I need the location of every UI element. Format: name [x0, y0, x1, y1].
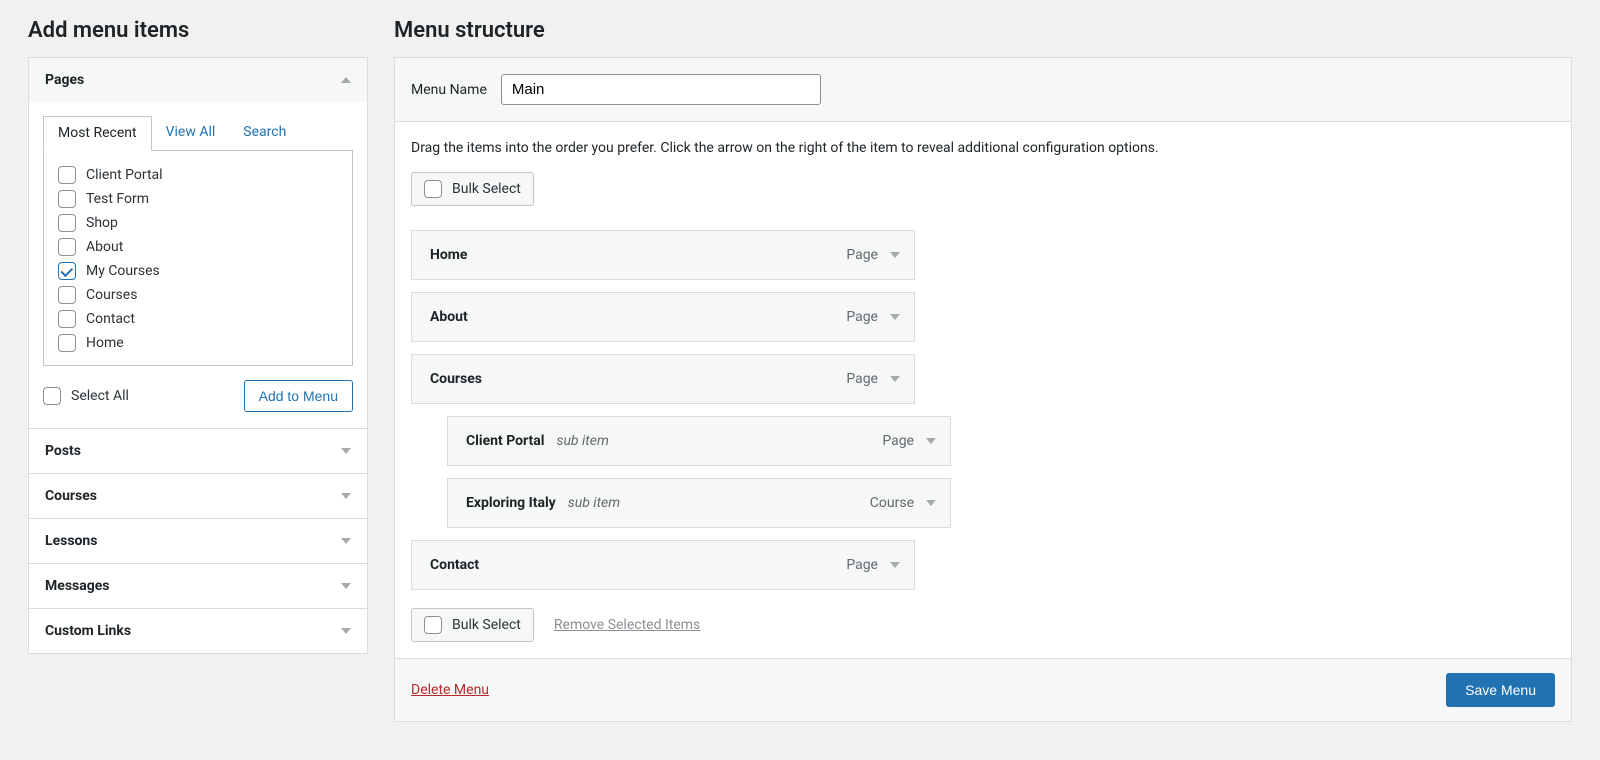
pages-row: Shop — [58, 211, 340, 235]
menu-item-type: Page — [846, 247, 878, 263]
select-all-checkbox[interactable] — [43, 387, 61, 405]
page-checkbox[interactable] — [58, 166, 76, 184]
bulk-select-checkbox[interactable] — [424, 180, 442, 198]
chevron-down-icon[interactable] — [890, 562, 900, 568]
chevron-down-icon[interactable] — [890, 252, 900, 258]
menu-item-type: Page — [846, 371, 878, 387]
menu-item-type: Course — [870, 495, 914, 511]
bulk-select-top[interactable]: Bulk Select — [411, 172, 534, 206]
menu-item-type: Page — [882, 433, 914, 449]
chevron-down-icon — [341, 583, 351, 589]
accordion-header-messages[interactable]: Messages — [29, 564, 367, 608]
accordion-header-custom-links[interactable]: Custom Links — [29, 609, 367, 653]
menu-item[interactable]: Contact Page — [411, 540, 915, 590]
menu-item[interactable]: Courses Page — [411, 354, 915, 404]
page-label: My Courses — [86, 263, 160, 279]
pages-list: Client Portal Test Form Shop About My Course… — [43, 150, 353, 366]
pages-row: About — [58, 235, 340, 259]
bulk-select-label: Bulk Select — [452, 617, 521, 633]
menu-item-sub-label: sub item — [556, 433, 608, 449]
menu-item-title: About — [430, 309, 468, 325]
drag-hint: Drag the items into the order you prefer… — [411, 140, 1555, 156]
accordion-header-pages[interactable]: Pages — [29, 58, 367, 102]
accordion-title-messages: Messages — [45, 578, 109, 594]
remove-selected-link[interactable]: Remove Selected Items — [554, 617, 700, 633]
menu-item[interactable]: About Page — [411, 292, 915, 342]
page-checkbox[interactable] — [58, 214, 76, 232]
tab-search[interactable]: Search — [229, 116, 300, 151]
delete-menu-link[interactable]: Delete Menu — [411, 682, 489, 698]
accordion-body-pages: Most Recent View All Search Client Porta… — [29, 102, 367, 428]
pages-row: Contact — [58, 307, 340, 331]
pages-row: Home — [58, 331, 340, 355]
page-checkbox[interactable] — [58, 262, 76, 280]
chevron-down-icon — [341, 628, 351, 634]
page-label: Client Portal — [86, 167, 163, 183]
bulk-select-label: Bulk Select — [452, 181, 521, 197]
page-label: Shop — [86, 215, 118, 231]
pages-row: My Courses — [58, 259, 340, 283]
chevron-down-icon[interactable] — [926, 438, 936, 444]
page-checkbox[interactable] — [58, 334, 76, 352]
accordion-title-pages: Pages — [45, 72, 84, 88]
chevron-up-icon — [341, 77, 351, 83]
add-items-accordion: Pages Most Recent View All Search Client… — [28, 57, 368, 654]
menu-item-type: Page — [846, 557, 878, 573]
accordion-title-custom-links: Custom Links — [45, 623, 131, 639]
chevron-down-icon[interactable] — [890, 314, 900, 320]
accordion-header-posts[interactable]: Posts — [29, 429, 367, 473]
chevron-down-icon — [341, 538, 351, 544]
chevron-down-icon[interactable] — [890, 376, 900, 382]
accordion-title-lessons: Lessons — [45, 533, 97, 549]
pages-tabs: Most Recent View All Search — [43, 116, 353, 151]
page-label: About — [86, 239, 123, 255]
bulk-select-bottom[interactable]: Bulk Select — [411, 608, 534, 642]
chevron-down-icon — [341, 493, 351, 499]
menu-item[interactable]: Client Portal sub item Page — [447, 416, 951, 466]
menu-name-row: Menu Name — [395, 58, 1571, 122]
menu-item[interactable]: Exploring Italy sub item Course — [447, 478, 951, 528]
page-label: Test Form — [86, 191, 149, 207]
tab-most-recent[interactable]: Most Recent — [43, 116, 152, 151]
page-checkbox[interactable] — [58, 238, 76, 256]
menu-structure-panel: Menu Name Drag the items into the order … — [394, 57, 1572, 722]
select-all-label: Select All — [71, 388, 129, 404]
page-checkbox[interactable] — [58, 310, 76, 328]
menu-structure-heading: Menu structure — [394, 18, 1572, 43]
bulk-select-checkbox[interactable] — [424, 616, 442, 634]
add-menu-items-heading: Add menu items — [28, 18, 368, 43]
menu-name-label: Menu Name — [411, 82, 487, 98]
add-to-menu-button[interactable]: Add to Menu — [244, 380, 353, 412]
chevron-down-icon — [341, 448, 351, 454]
menu-item-sub-label: sub item — [568, 495, 620, 511]
page-checkbox[interactable] — [58, 286, 76, 304]
tab-view-all[interactable]: View All — [152, 116, 230, 151]
page-label: Courses — [86, 287, 137, 303]
chevron-down-icon[interactable] — [926, 500, 936, 506]
pages-row: Test Form — [58, 187, 340, 211]
menu-item-type: Page — [846, 309, 878, 325]
pages-row: Client Portal — [58, 163, 340, 187]
menu-item-title: Home — [430, 247, 467, 263]
menu-item-title: Courses — [430, 371, 482, 387]
accordion-header-courses[interactable]: Courses — [29, 474, 367, 518]
save-menu-button[interactable]: Save Menu — [1446, 673, 1555, 707]
menu-items-list: HomePageAboutPageCoursesPageClient Porta… — [411, 230, 1555, 590]
accordion-title-courses: Courses — [45, 488, 97, 504]
menu-item-title: Exploring Italy — [466, 495, 556, 511]
pages-row: Courses — [58, 283, 340, 307]
menu-name-input[interactable] — [501, 74, 821, 105]
accordion-title-posts: Posts — [45, 443, 81, 459]
page-checkbox[interactable] — [58, 190, 76, 208]
menu-item-title: Contact — [430, 557, 479, 573]
page-label: Contact — [86, 311, 135, 327]
accordion-header-lessons[interactable]: Lessons — [29, 519, 367, 563]
menu-item-title: Client Portal — [466, 433, 544, 449]
menu-item[interactable]: Home Page — [411, 230, 915, 280]
page-label: Home — [86, 335, 124, 351]
